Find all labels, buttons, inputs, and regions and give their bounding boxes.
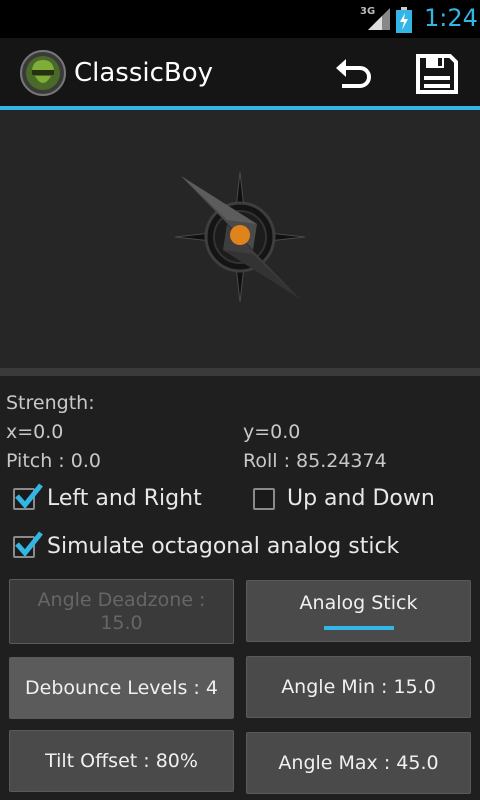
- checkmark-icon: [15, 482, 43, 509]
- angle-min-button[interactable]: Angle Min : 15.0: [246, 656, 471, 718]
- octagonal-label: Simulate octagonal analog stick: [47, 534, 400, 559]
- roll-value: Roll : 85.24374: [243, 450, 387, 472]
- tilt-preview: [0, 110, 480, 376]
- up-down-option[interactable]: Up and Down: [253, 486, 435, 511]
- tab-selected-indicator: [323, 626, 394, 630]
- y-value: y=0.0: [243, 421, 301, 443]
- pitch-value: Pitch : 0.0: [6, 450, 101, 472]
- debounce-levels-button[interactable]: Debounce Levels : 4: [9, 657, 234, 719]
- up-down-checkbox[interactable]: [253, 487, 275, 510]
- clock: 1:24: [424, 4, 478, 32]
- app-logo-icon: [20, 50, 66, 96]
- status-bar: 3G 1:24: [0, 0, 480, 38]
- up-down-label: Up and Down: [287, 486, 435, 511]
- octagonal-checkbox[interactable]: [13, 530, 43, 558]
- action-bar: ClassicBoy: [0, 38, 480, 110]
- undo-icon: [336, 59, 371, 88]
- undo-button[interactable]: [330, 54, 376, 94]
- octagonal-option[interactable]: Simulate octagonal analog stick: [13, 530, 400, 559]
- strength-label: Strength:: [6, 392, 95, 414]
- angle-max-button[interactable]: Angle Max : 45.0: [246, 732, 471, 794]
- battery-icon: [396, 7, 412, 33]
- analog-stick-label: Analog Stick: [299, 592, 418, 614]
- app-title: ClassicBoy: [74, 58, 214, 88]
- angle-deadzone-button[interactable]: Angle Deadzone : 15.0: [9, 579, 234, 644]
- left-right-option[interactable]: Left and Right: [13, 482, 202, 511]
- left-right-label: Left and Right: [47, 486, 202, 511]
- save-icon: [416, 54, 458, 94]
- save-button[interactable]: [414, 52, 460, 96]
- tilt-offset-button[interactable]: Tilt Offset : 80%: [9, 730, 234, 792]
- checkmark-icon: [15, 530, 43, 557]
- signal-icon: [368, 8, 390, 30]
- x-value: x=0.0: [6, 421, 64, 443]
- left-right-checkbox[interactable]: [13, 482, 43, 510]
- analog-stick-tab[interactable]: Analog Stick: [246, 580, 471, 642]
- compass-icon: [174, 171, 306, 303]
